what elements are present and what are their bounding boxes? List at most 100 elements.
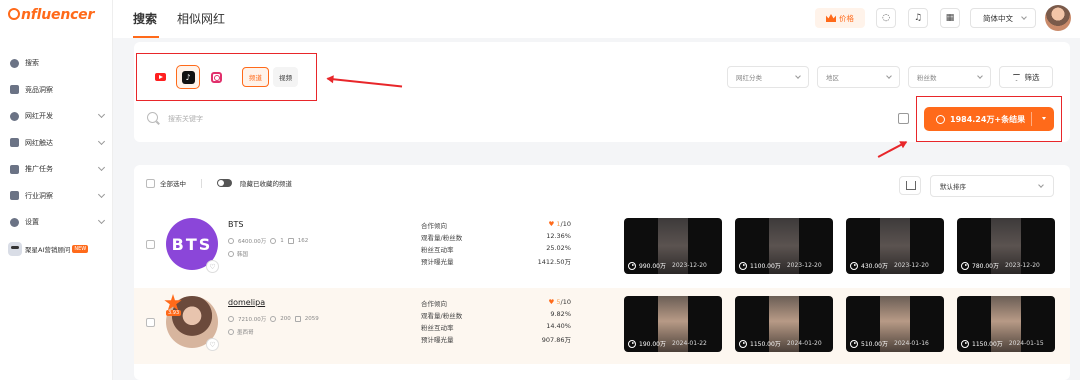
price-button[interactable]: 价格	[815, 8, 865, 28]
grid-icon: ▦	[945, 13, 955, 23]
mail-icon	[10, 138, 19, 148]
sidebar-item-label: 推广任务	[25, 165, 53, 174]
row-checkbox[interactable]	[146, 318, 155, 327]
sidebar-item-label: 行业洞察	[25, 191, 53, 200]
filter-button[interactable]: 筛选	[999, 66, 1053, 88]
favorite-heart-icon[interactable]: ♡	[206, 260, 219, 273]
filter-region[interactable]: 地区	[817, 66, 900, 88]
filter-label: 粉丝数	[917, 74, 937, 82]
logo-mark-icon	[8, 8, 20, 20]
brand-logo[interactable]: nfluencer	[8, 7, 94, 23]
metric-coop: 合作倾向 ♥ 5/10	[421, 298, 571, 310]
tab-similar-influencers[interactable]: 相似网红	[177, 10, 225, 27]
influencer-location: 墨西哥	[228, 328, 254, 336]
video-date: 2024-01-22	[672, 340, 707, 347]
play-icon	[628, 261, 636, 270]
metric-label: 粉丝互动率	[421, 324, 454, 332]
hide-collected-label: 隐藏已收藏的频道	[240, 180, 292, 188]
annotation-box-platforms	[136, 53, 317, 101]
filter-category[interactable]: 网红分类	[727, 66, 809, 88]
sidebar-item-influencer-dev[interactable]: 网红开发	[0, 103, 113, 130]
metric-label: 合作倾向	[421, 300, 447, 308]
video-caption: 190.00万 2024-01-22	[628, 339, 707, 348]
video-views: 510.00万	[861, 341, 888, 348]
chat-button[interactable]: ◌	[876, 8, 896, 28]
row-checkbox[interactable]	[146, 240, 155, 249]
chevron-down-icon	[886, 73, 892, 79]
video-thumbnail[interactable]: 990.00万 2023-12-20	[624, 218, 722, 274]
select-all-checkbox[interactable]	[146, 178, 155, 188]
search-input[interactable]	[168, 110, 868, 128]
save-search-icon[interactable]	[898, 113, 909, 124]
video-date: 2024-01-15	[1008, 340, 1044, 347]
coop-score-max: /10	[560, 220, 571, 228]
play-icon	[961, 339, 969, 348]
following-count: 1	[280, 238, 284, 244]
notification-button[interactable]: ♫	[908, 8, 928, 28]
play-icon	[739, 261, 747, 270]
video-views: 190.00万	[639, 341, 666, 348]
sidebar-item-label: 设置	[25, 218, 39, 227]
influencer-metrics: 合作倾向 ♥ 5/10 观看量/粉丝数 9.82% 粉丝互动率 14.40% 预计曝光…	[421, 298, 571, 346]
metric-value: 12.36%	[546, 232, 571, 240]
play-icon	[850, 261, 858, 270]
filter-followers[interactable]: 粉丝数	[908, 66, 991, 88]
metric-engagement: 粉丝互动率 25.02%	[421, 244, 571, 256]
chevron-down-icon	[97, 190, 106, 198]
influencer-metrics: 合作倾向 ♥ 1/10 观看量/粉丝数 12.36% 粉丝互动率 25.02% 预计曝…	[421, 220, 571, 268]
tab-search[interactable]: 搜索	[133, 10, 157, 27]
user-avatar[interactable]	[1045, 5, 1071, 31]
video-thumbnail[interactable]: 1100.00万 2023-12-20	[735, 218, 833, 274]
select-all-label: 全部选中	[160, 180, 186, 188]
filter-label: 网红分类	[736, 74, 762, 82]
chevron-down-icon	[97, 110, 106, 119]
metric-label: 合作倾向	[421, 222, 447, 230]
video-thumbnail[interactable]: 780.00万 2023-12-20	[957, 218, 1055, 274]
sidebar-item-settings[interactable]: 设置	[0, 209, 113, 236]
sort-label: 默认排序	[940, 183, 966, 191]
video-views: 1100.00万	[750, 263, 781, 270]
sidebar-item-ai-advisor[interactable]: 聚星AI营销顾问 NEW	[0, 236, 113, 262]
filter-button-label: 筛选	[1024, 72, 1040, 82]
sidebar-item-campaigns[interactable]: 推广任务	[0, 156, 113, 183]
following-icon	[270, 238, 277, 244]
influencer-location: 韩国	[228, 250, 248, 258]
sort-select[interactable]: 默认排序	[930, 175, 1054, 197]
video-thumbnail[interactable]: 1150.00万 2024-01-15	[957, 296, 1055, 352]
video-thumbnail[interactable]: 430.00万 2023-12-20	[846, 218, 944, 274]
video-caption: 1150.00万 2024-01-20	[739, 339, 822, 348]
video-caption: 990.00万 2023-12-20	[628, 261, 707, 270]
video-thumbnail[interactable]: 1150.00万 2024-01-20	[735, 296, 833, 352]
sidebar-item-competitor[interactable]: 竞品洞察	[0, 77, 113, 104]
export-button[interactable]	[899, 176, 921, 195]
apps-button[interactable]: ▦	[940, 8, 960, 28]
sidebar-item-industry[interactable]: 行业洞察	[0, 183, 113, 210]
sidebar-item-search[interactable]: 搜索	[0, 50, 113, 77]
hide-collected-toggle[interactable]	[217, 179, 232, 187]
metric-exposure: 预计曝光量 907.86万	[421, 334, 571, 346]
video-count: 162	[297, 238, 309, 244]
video-thumbnail[interactable]: 510.00万 2024-01-16	[846, 296, 944, 352]
metric-view-ratio: 观看量/粉丝数 9.82%	[421, 310, 571, 322]
influencer-name[interactable]: domelipa	[228, 298, 265, 307]
influencer-name[interactable]: BTS	[228, 220, 243, 229]
metric-value: 14.40%	[546, 322, 571, 330]
metric-value: 25.02%	[546, 244, 571, 252]
metric-engagement: 粉丝互动率 14.40%	[421, 322, 571, 334]
video-thumbnail[interactable]: 190.00万 2024-01-22	[624, 296, 722, 352]
language-select[interactable]: 简体中文	[970, 8, 1036, 28]
video-date: 2023-12-20	[1005, 262, 1040, 269]
following-count: 200	[280, 316, 291, 322]
video-views: 1150.00万	[972, 341, 1003, 348]
video-date: 2024-01-16	[894, 340, 929, 347]
fans-icon	[228, 238, 234, 244]
sidebar-item-outreach[interactable]: 网红触达	[0, 130, 113, 157]
top-bar	[113, 0, 1080, 38]
price-label: 价格	[839, 13, 854, 23]
play-icon	[961, 261, 969, 270]
search-icon	[10, 58, 19, 68]
favorite-heart-icon[interactable]: ♡	[206, 338, 219, 351]
video-date: 2023-12-20	[672, 262, 707, 269]
sidebar-item-label: 搜索	[25, 59, 39, 68]
play-icon	[628, 339, 636, 348]
